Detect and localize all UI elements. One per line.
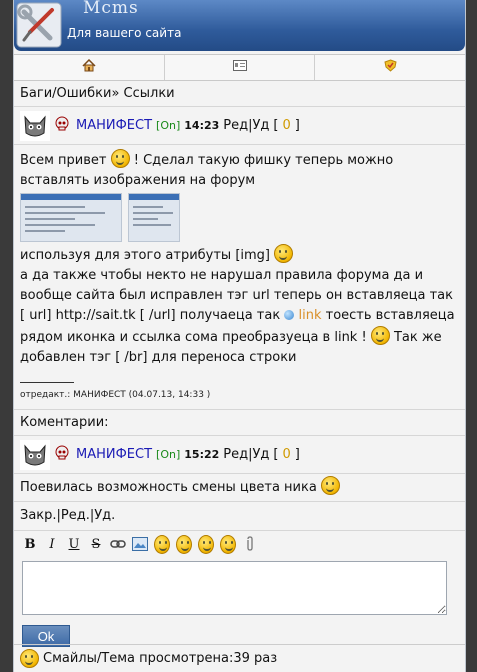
- avatar[interactable]: [20, 110, 50, 141]
- site-subtitle: Для вашего сайта: [67, 26, 182, 40]
- comment-header: МАНИФЕСТ [On] 15:22 Ред|Уд [0]: [14, 436, 465, 474]
- image-thumbnails: [20, 193, 459, 242]
- tongue-smile-icon[interactable]: [198, 534, 214, 554]
- page-frame: Mcms Для вашего сайта Баги/Ошибки» Ссылк…: [13, 0, 466, 672]
- smile-icon: [110, 149, 130, 168]
- site-title[interactable]: Mcms: [83, 0, 139, 18]
- comment-text: Поевилась возможность смены цвета ника: [20, 480, 317, 495]
- nav-home[interactable]: [14, 55, 165, 80]
- paperclip-icon[interactable]: [242, 536, 258, 552]
- author-name[interactable]: МАНИФЕСТ: [76, 447, 152, 462]
- site-header: Mcms Для вашего сайта: [14, 0, 465, 51]
- sad-smile-icon[interactable]: [176, 534, 192, 554]
- reply-count[interactable]: 0: [282, 447, 290, 462]
- italic-icon[interactable]: I: [44, 536, 60, 552]
- underline-icon[interactable]: U: [66, 536, 82, 552]
- breadcrumb: Баги/Ошибки» Ссылки: [14, 81, 465, 107]
- strikethrough-icon[interactable]: S: [88, 536, 104, 552]
- image-icon[interactable]: [132, 536, 148, 552]
- top-nav: [14, 54, 465, 81]
- smile-icon: [370, 326, 390, 345]
- grin-smile-icon: [274, 244, 294, 263]
- link-icon[interactable]: [110, 536, 126, 552]
- tools-logo-icon[interactable]: [16, 2, 62, 48]
- comments-heading: Коментарии:: [14, 410, 465, 436]
- footer-text[interactable]: Смайлы/Тема просмотрена:39 раз: [43, 651, 277, 666]
- editor-toolbar: B I U S: [14, 531, 465, 557]
- count-open-bracket: [: [273, 447, 279, 462]
- skull-icon: [54, 116, 70, 136]
- shield-icon: [384, 59, 397, 76]
- reply-textarea[interactable]: [22, 561, 447, 615]
- skull-icon: [54, 445, 70, 465]
- online-status: [On]: [156, 119, 181, 132]
- globe-icon: [284, 310, 295, 320]
- page-footer: Смайлы/Тема просмотрена:39 раз: [14, 644, 465, 672]
- avatar[interactable]: [20, 439, 50, 470]
- screenshot-thumbnail[interactable]: [128, 193, 180, 242]
- count-close-bracket: ]: [294, 118, 300, 133]
- post-time: 14:23: [184, 119, 220, 132]
- bold-icon[interactable]: B: [22, 536, 38, 552]
- smile-icon: [320, 476, 340, 495]
- signature-divider: [20, 382, 74, 383]
- edit-note: отредакт.: МАНИФЕСТ (04.07.13, 14:33 ): [20, 390, 211, 400]
- edit-delete-links[interactable]: Ред|Уд: [223, 118, 269, 133]
- post-text-greeting: Всем привет: [20, 153, 107, 168]
- post-header: МАНИФЕСТ [On] 14:23 Ред|Уд [0]: [14, 107, 465, 145]
- author-name[interactable]: МАНИФЕСТ: [76, 118, 152, 133]
- home-icon: [82, 58, 96, 76]
- screenshot-thumbnail[interactable]: [20, 193, 122, 242]
- thread-actions[interactable]: Закр.|Ред.|Уд.: [14, 502, 465, 531]
- count-open-bracket: [: [273, 118, 279, 133]
- edit-delete-links[interactable]: Ред|Уд: [223, 447, 269, 462]
- reply-count[interactable]: 0: [282, 118, 290, 133]
- count-close-bracket: ]: [294, 447, 300, 462]
- nav-shield[interactable]: [315, 55, 465, 80]
- nav-profile[interactable]: [165, 55, 316, 80]
- example-link[interactable]: link: [298, 308, 321, 323]
- reply-editor: B I U S Ok: [14, 531, 465, 647]
- smile-icon[interactable]: [154, 534, 170, 554]
- comment-body: Поевилась возможность смены цвета ника: [14, 474, 465, 502]
- profile-card-icon: [232, 60, 247, 75]
- online-status: [On]: [156, 448, 181, 461]
- post-body: Всем привет ! Сделал такую фишку теперь …: [14, 145, 465, 410]
- smile-icon: [20, 649, 39, 668]
- post-text-img: используя для этого атрибуты [img]: [20, 248, 270, 263]
- post-time: 15:22: [184, 448, 220, 461]
- grin-smile-icon[interactable]: [220, 534, 236, 554]
